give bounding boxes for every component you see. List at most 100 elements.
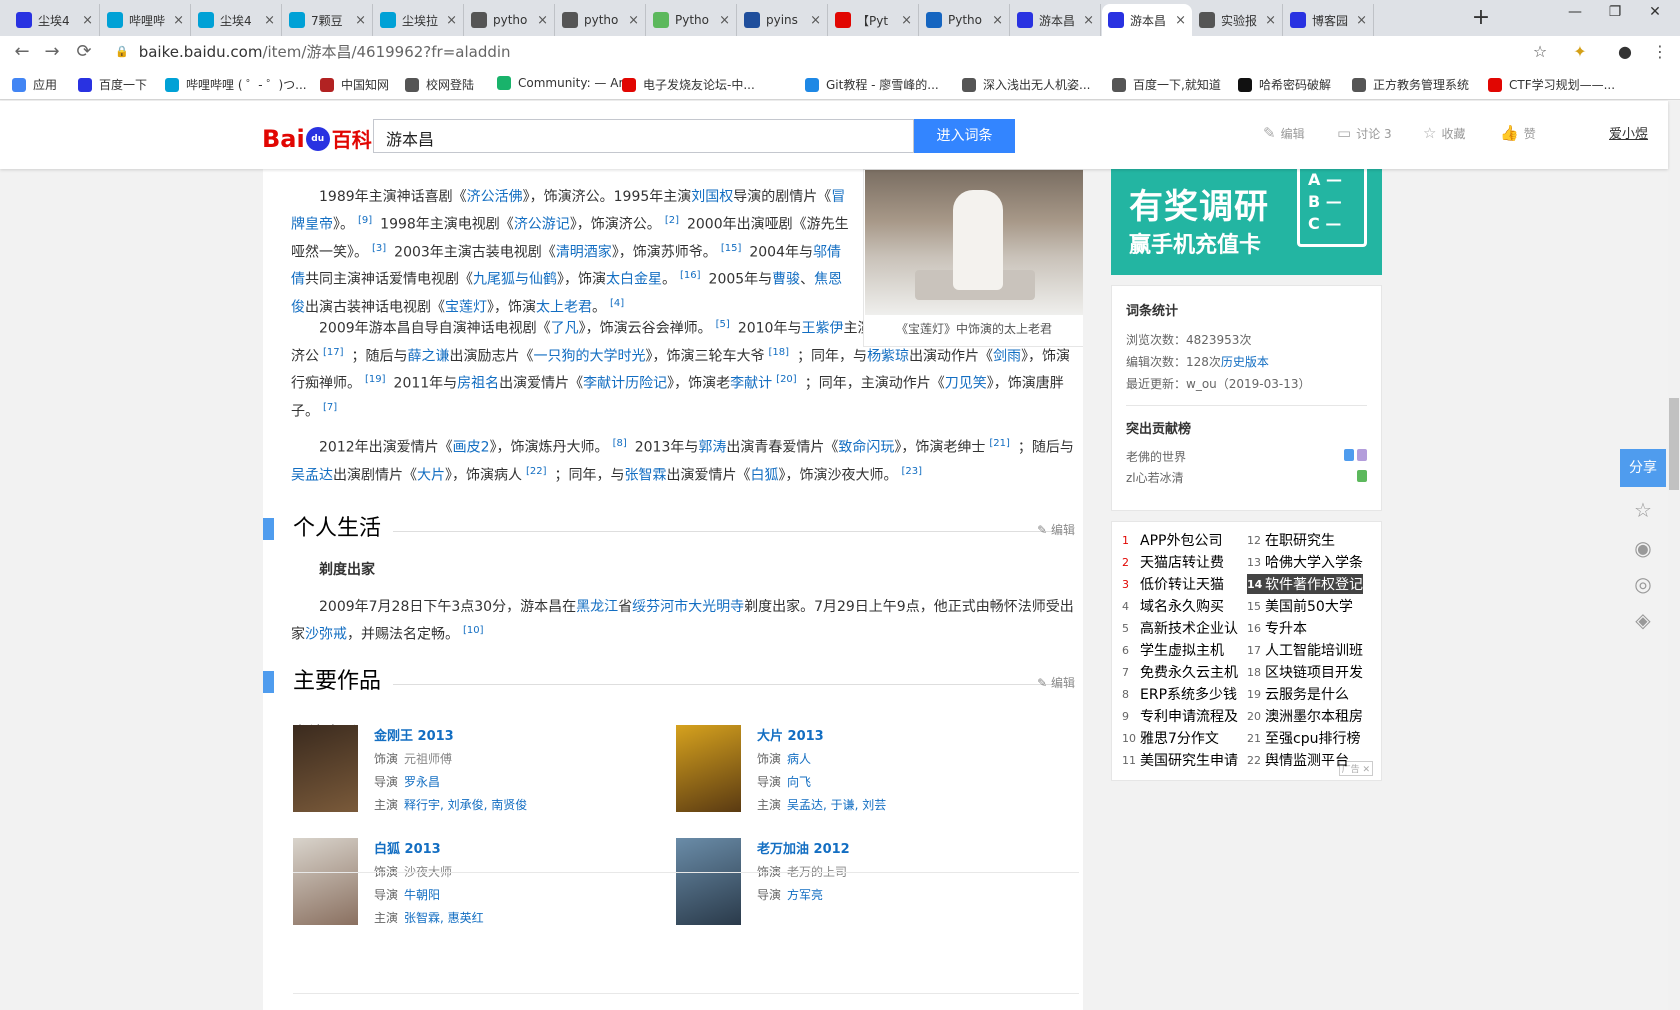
bookmark-item[interactable]: 正方教务管理系统	[1352, 76, 1469, 93]
collect-action[interactable]: ☆ 收藏	[1423, 124, 1465, 142]
hot-search-item[interactable]: 10 雅思7分作文	[1122, 728, 1219, 748]
weibo-icon[interactable]: ◉	[1628, 533, 1658, 563]
bookmark-item[interactable]: 百度一下,就知道	[1112, 76, 1221, 93]
credit-link[interactable]: 牛朝阳	[404, 888, 440, 902]
hot-search-item[interactable]: 22 舆情监测平台	[1247, 750, 1349, 770]
citation-ref[interactable]: [16]	[680, 270, 701, 281]
film-title-link[interactable]: 老万加油 2012	[757, 838, 850, 861]
hot-search-item[interactable]: 3 低价转让天猫	[1122, 574, 1224, 594]
hot-search-item[interactable]: 6 学生虚拟主机	[1122, 640, 1224, 660]
entry-link[interactable]: 清明酒家	[556, 244, 612, 260]
bookmark-item[interactable]: Git教程 - 廖雪峰的...	[805, 76, 939, 93]
hot-search-item[interactable]: 16 专升本	[1247, 618, 1307, 638]
credit-link[interactable]: 释行宇, 刘承俊, 南贤俊	[404, 798, 527, 812]
bookmark-item[interactable]: 应用	[12, 76, 57, 93]
back-button[interactable]: ←	[10, 40, 34, 64]
citation-ref[interactable]: [19]	[365, 374, 386, 385]
entry-link[interactable]: 曹骏	[772, 272, 800, 288]
username-link[interactable]: 爱小煜	[1609, 123, 1648, 142]
bookmark-item[interactable]: 中国知网	[320, 76, 389, 93]
browser-tab[interactable]: 7颗豆 ×	[283, 4, 373, 36]
entry-link[interactable]: 济公活佛	[467, 189, 523, 205]
citation-ref[interactable]: [3]	[372, 243, 386, 254]
entry-link[interactable]: 王紫伊	[801, 321, 843, 337]
figure-image[interactable]	[865, 170, 1083, 315]
hot-search-item[interactable]: 21 至强cpu排行榜	[1247, 728, 1360, 748]
hot-search-item[interactable]: 4 域名永久购买	[1122, 596, 1224, 616]
bookmark-item[interactable]: 百度一下	[78, 76, 147, 93]
credit-link[interactable]: 病人	[787, 752, 811, 766]
citation-ref[interactable]: [4]	[610, 298, 624, 309]
entry-link[interactable]: 一只狗的大学时光	[534, 348, 646, 364]
tab-close-icon[interactable]: ×	[719, 13, 730, 28]
credit-link[interactable]: 向飞	[787, 775, 811, 789]
tab-close-icon[interactable]: ×	[82, 13, 93, 28]
entry-link[interactable]: 郭涛	[698, 440, 726, 456]
entry-link[interactable]: 画皮2	[453, 440, 490, 456]
history-version-link[interactable]: 历史版本	[1221, 355, 1269, 369]
browser-tab[interactable]: 尘埃4 ×	[192, 4, 282, 36]
share-button[interactable]: 分享	[1620, 449, 1666, 487]
entry-link[interactable]: 刀见笑	[945, 376, 987, 392]
close-window-button[interactable]: ✕	[1640, 4, 1670, 28]
entry-link[interactable]: 剑雨	[993, 348, 1021, 364]
tab-close-icon[interactable]: ×	[355, 13, 366, 28]
hot-search-item[interactable]: 5 高新技术企业认	[1122, 618, 1238, 638]
tab-close-icon[interactable]: ×	[1083, 13, 1094, 28]
browser-tab[interactable]: pytho ×	[556, 4, 646, 36]
browser-tab[interactable]: 尘埃4 ×	[10, 4, 100, 36]
tab-close-icon[interactable]: ×	[628, 13, 639, 28]
entry-link[interactable]: 九尾狐与仙鹤	[473, 272, 557, 288]
reload-button[interactable]: ⟳	[72, 40, 96, 64]
film-card[interactable]: 金刚王 2013 饰演 元祖师傅 导演 罗永昌 主演 释行宇, 刘承俊, 南贤俊	[293, 725, 673, 815]
citation-ref[interactable]: [21]	[989, 438, 1010, 449]
hot-search-item[interactable]: 13 哈佛大学入学条	[1247, 552, 1363, 572]
tab-close-icon[interactable]: ×	[173, 13, 184, 28]
entry-link[interactable]: 吴孟达	[291, 467, 333, 483]
film-card[interactable]: 大片 2013 饰演 病人 导演 向飞 主演 吴孟达, 于谦, 刘芸	[676, 725, 1056, 815]
extension-icon[interactable]: ✦	[1570, 42, 1590, 62]
film-poster[interactable]	[293, 838, 358, 925]
film-poster[interactable]	[676, 838, 741, 925]
section-edit-link[interactable]: ✎ 编辑	[1037, 674, 1075, 691]
browser-tab[interactable]: Pytho ×	[647, 4, 737, 36]
browser-tab[interactable]: pyins ×	[738, 4, 828, 36]
address-bar[interactable]: 🔒 baike.baidu.com /item/游本昌/4619962?fr=a…	[115, 41, 511, 62]
film-title-link[interactable]: 大片 2013	[757, 725, 886, 748]
hot-search-item[interactable]: 1 APP外包公司	[1122, 530, 1222, 550]
entry-link[interactable]: 太白金星	[606, 272, 662, 288]
browser-tab[interactable]: 哔哩哔 ×	[101, 4, 191, 36]
tab-close-icon[interactable]: ×	[264, 13, 275, 28]
citation-ref[interactable]: [10]	[463, 625, 484, 636]
citation-ref[interactable]: [15]	[721, 243, 742, 254]
hot-search-item[interactable]: 18 区块链项目开发	[1247, 662, 1363, 682]
hot-search-item[interactable]: 15 美国前50大学	[1247, 596, 1353, 616]
new-tab-button[interactable]: +	[1468, 6, 1494, 32]
hot-search-item[interactable]: 2 天猫店转让费	[1122, 552, 1224, 572]
bookmark-item[interactable]: 深入浅出无人机姿...	[962, 76, 1090, 93]
citation-ref[interactable]: [8]	[613, 438, 627, 449]
browser-tab[interactable]: 实验报 ×	[1193, 4, 1283, 36]
entry-link[interactable]: 薛之谦	[408, 348, 450, 364]
entry-link[interactable]: 致命闪玩	[838, 440, 894, 456]
hot-search-item[interactable]: 8 ERP系统多少钱	[1122, 684, 1237, 704]
hot-search-item[interactable]: 19 云服务是什么	[1247, 684, 1349, 704]
contributor-item[interactable]: zl心若冰清	[1126, 468, 1367, 489]
credit-link[interactable]: 吴孟达, 于谦, 刘芸	[787, 798, 886, 812]
entry-link[interactable]: 杨紫琼	[867, 348, 909, 364]
credit-link[interactable]: 方军亮	[787, 888, 823, 902]
bookmark-item[interactable]: 电子发烧友论坛-中...	[622, 76, 755, 93]
page-scrollbar[interactable]	[1668, 101, 1680, 1010]
maximize-button[interactable]: ❐	[1600, 4, 1630, 28]
credit-link[interactable]: 罗永昌	[404, 775, 440, 789]
browser-tab[interactable]: Pytho ×	[920, 4, 1010, 36]
browser-tab[interactable]: pytho ×	[465, 4, 555, 36]
tab-close-icon[interactable]: ×	[1356, 13, 1367, 28]
entry-link[interactable]: 沙弥戒	[305, 627, 347, 643]
hot-search-item[interactable]: 20 澳洲墨尔本租房	[1247, 706, 1363, 726]
bookmark-item[interactable]: 校网登陆	[405, 76, 474, 93]
credit-link[interactable]: 张智霖, 惠英红	[404, 911, 484, 925]
citation-ref[interactable]: [2]	[665, 215, 679, 226]
entry-link[interactable]: 了凡	[551, 321, 579, 337]
citation-ref[interactable]: [7]	[323, 402, 337, 413]
